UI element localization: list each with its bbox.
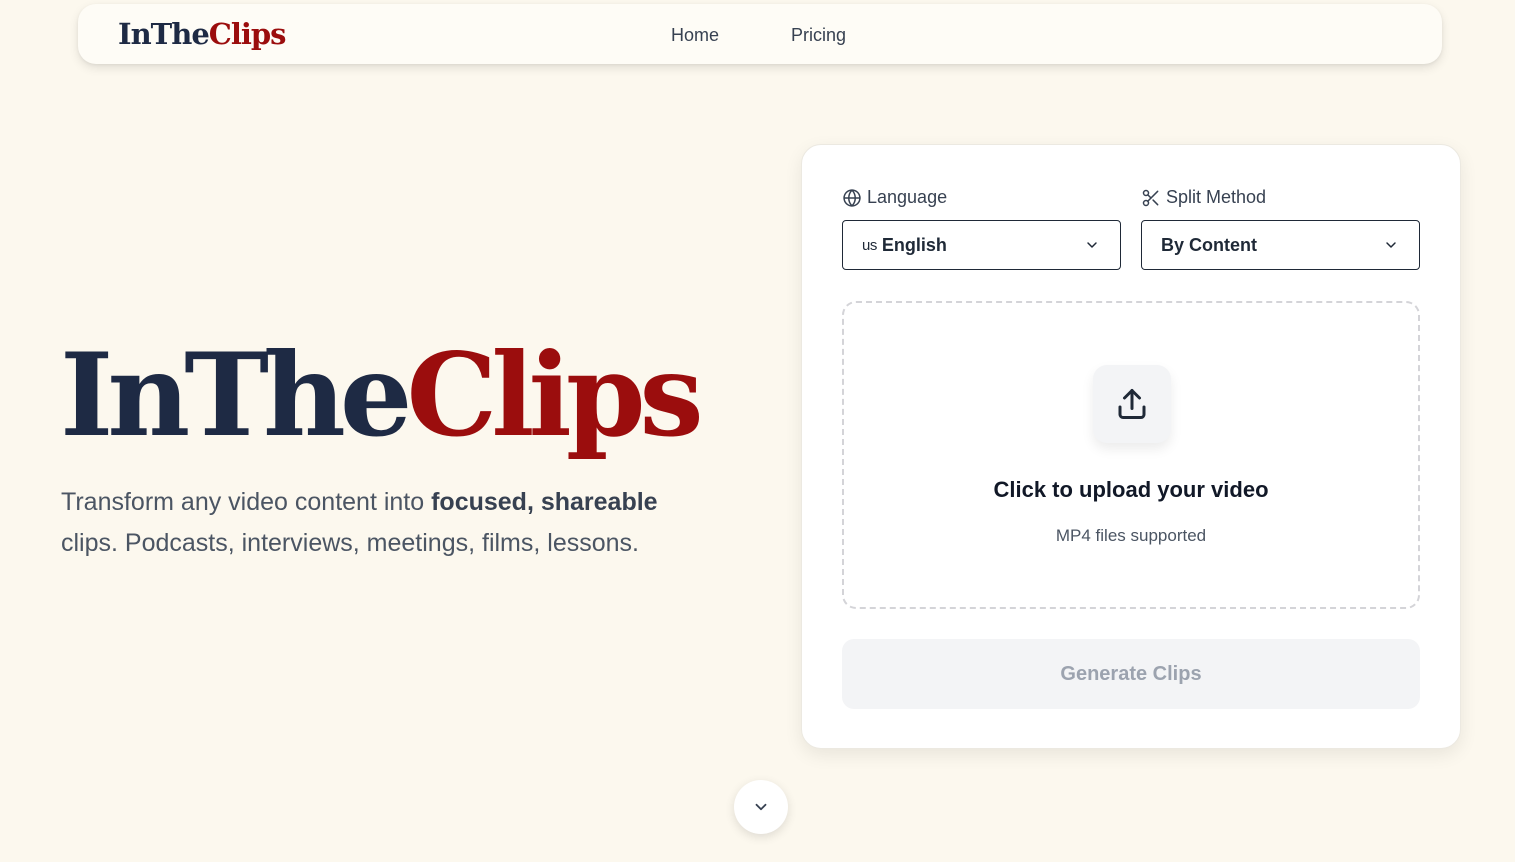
hero-title-part1: InThe bbox=[60, 328, 412, 462]
hero-subtitle-bold: focused, shareable bbox=[431, 488, 658, 516]
generate-clips-button[interactable]: Generate Clips bbox=[842, 639, 1420, 709]
hero-subtitle: Transform any video content into focused… bbox=[61, 482, 711, 564]
split-method-select[interactable]: By Content bbox=[1141, 220, 1420, 270]
hero-subtitle-start: Transform any video content into bbox=[61, 488, 432, 516]
chevron-down-icon bbox=[1087, 242, 1097, 248]
language-select-value: English bbox=[881, 234, 947, 255]
split-method-select-value: By Content bbox=[1161, 234, 1257, 255]
us-flag-icon: us bbox=[862, 236, 877, 254]
hero-title: InTheClips bbox=[60, 328, 704, 462]
brand-logo[interactable]: InTheClips bbox=[118, 17, 287, 51]
split-method-label-text: Split Method bbox=[1166, 187, 1267, 207]
brand-logo-part2: Clips bbox=[208, 17, 287, 51]
split-method-label: Split Method bbox=[1141, 187, 1266, 208]
scissors-icon bbox=[1142, 189, 1159, 206]
upload-icon bbox=[1118, 389, 1146, 419]
video-upload-dropzone[interactable]: Click to upload your video MP4 files sup… bbox=[842, 301, 1420, 609]
chevron-down-icon bbox=[755, 803, 767, 811]
language-select[interactable]: us English bbox=[842, 220, 1121, 270]
nav-link-pricing[interactable]: Pricing bbox=[791, 25, 846, 46]
upload-badge bbox=[1093, 365, 1171, 443]
upload-card: Language Split Method us English By Cont… bbox=[801, 144, 1461, 749]
upload-hint: MP4 files supported bbox=[1055, 526, 1207, 545]
hero-title-part2: Clips bbox=[406, 328, 703, 462]
top-navbar: InTheClips Home Pricing bbox=[78, 4, 1442, 64]
chevron-down-icon bbox=[1386, 242, 1396, 248]
hero-subtitle-end: clips. Podcasts, interviews, meetings, f… bbox=[61, 529, 639, 557]
language-label-text: Language bbox=[867, 187, 948, 207]
globe-icon bbox=[843, 188, 861, 207]
scroll-down-button[interactable] bbox=[734, 780, 788, 834]
nav-link-home[interactable]: Home bbox=[671, 25, 719, 46]
language-label: Language bbox=[842, 187, 947, 208]
brand-logo-part1: InThe bbox=[118, 17, 210, 51]
upload-title: Click to upload your video bbox=[993, 477, 1269, 502]
